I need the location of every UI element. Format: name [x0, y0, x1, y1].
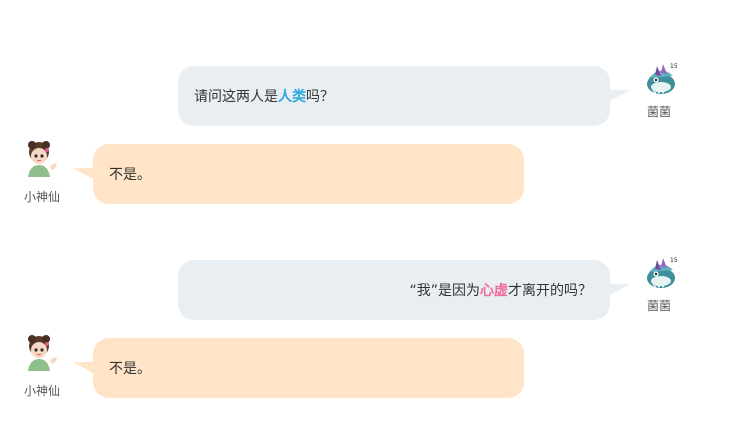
- shark-creature-avatar-icon: 15: [647, 63, 678, 94]
- svg-text:15: 15: [670, 63, 678, 70]
- message-text-after: 吗？: [306, 89, 334, 105]
- girl-character-avatar-icon: [28, 141, 57, 177]
- message-text-before: 请问这两人是: [194, 89, 278, 105]
- message-text: 不是。: [109, 361, 151, 377]
- npc-message-bubble: 不是。: [93, 338, 524, 398]
- speaker-name: 菌菌: [646, 105, 671, 119]
- message-highlight: 人类: [278, 89, 306, 105]
- user-message-bubble: 请问这两人是 人类 吗？: [178, 66, 610, 126]
- svg-text:15: 15: [670, 257, 678, 264]
- message-text: 不是。: [109, 167, 151, 183]
- npc-message-bubble: 不是。: [93, 144, 524, 204]
- message-text-after: 才离开的吗？: [508, 283, 592, 299]
- user-message-bubble: “我”是因为 心虚 才离开的吗？: [178, 260, 610, 320]
- chat-stage: 请问这两人是 人类 吗？ 15 菌菌 小神仙 不是。 “我”是因为 心虚 才离开的吗？: [0, 0, 730, 444]
- message-text-before: “我”是因为: [409, 283, 480, 299]
- shark-creature-avatar-icon: 15: [647, 257, 678, 288]
- speaker-name: 小神仙: [23, 384, 60, 398]
- speaker-name: 小神仙: [23, 190, 60, 204]
- girl-character-avatar-icon: [28, 335, 57, 371]
- message-highlight: 心虚: [480, 283, 508, 299]
- speaker-name: 菌菌: [646, 299, 671, 313]
